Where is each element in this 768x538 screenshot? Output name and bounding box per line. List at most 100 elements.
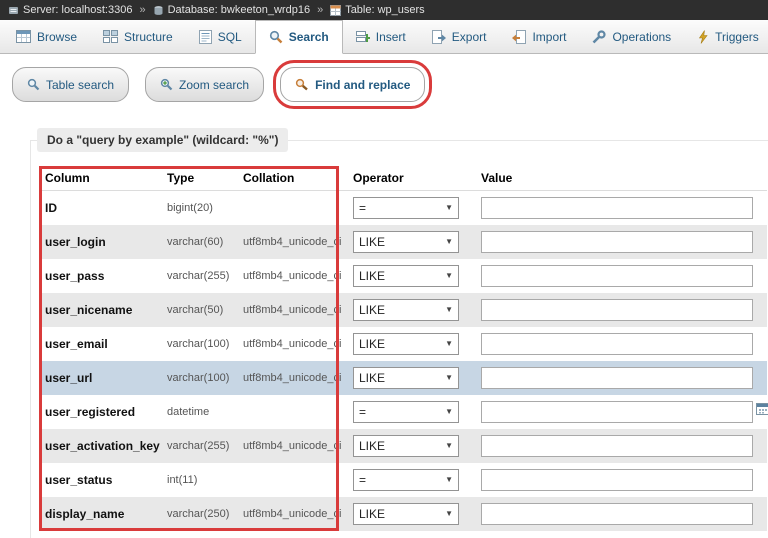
subtab-find-and-replace[interactable]: Find and replace (280, 67, 425, 102)
column-type: varchar(100) (161, 327, 237, 361)
breadcrumb-database-label: Database: bwkeeton_wrdp16 (168, 4, 310, 16)
breadcrumb-database[interactable]: Database: bwkeeton_wrdp16 (153, 4, 310, 16)
chevron-down-icon: ▼ (445, 339, 453, 348)
table-row-user-pass: user_pass varchar(255) utf8mb4_unicode_c… (39, 259, 767, 293)
value-input[interactable] (481, 435, 753, 457)
column-name: user_email (39, 327, 161, 361)
value-input[interactable] (481, 333, 753, 355)
operator-select[interactable]: LIKE ▼ (353, 435, 459, 457)
subtab-label: Find and replace (315, 78, 410, 92)
column-type: varchar(60) (161, 225, 237, 259)
tab-sql[interactable]: SQL (186, 20, 255, 53)
operator-value: LIKE (359, 439, 385, 453)
tab-operations[interactable]: Operations (579, 20, 684, 53)
table-icon (330, 5, 341, 16)
column-name: user_activation_key (39, 429, 161, 463)
subtab-label: Zoom search (179, 78, 249, 92)
tab-triggers[interactable]: Triggers (684, 20, 768, 53)
column-collation (237, 463, 339, 497)
operator-select[interactable]: LIKE ▼ (353, 503, 459, 525)
export-icon (432, 30, 446, 44)
value-input[interactable] (481, 469, 753, 491)
breadcrumb-separator: » (317, 4, 323, 16)
column-type: bigint(20) (161, 191, 237, 225)
table-header-row: Column Type Collation Operator Value (39, 166, 767, 191)
column-type: varchar(100) (161, 361, 237, 395)
subtab-table-search[interactable]: Table search (12, 67, 129, 102)
column-name: display_name (39, 497, 161, 531)
tab-label: Triggers (715, 30, 759, 44)
operator-value: LIKE (359, 269, 385, 283)
breadcrumb-server[interactable]: Server: localhost:3306 (8, 4, 132, 16)
column-collation: utf8mb4_unicode_ci (237, 429, 339, 463)
search-table: Column Type Collation Operator Value ID … (39, 166, 767, 531)
value-input[interactable] (481, 367, 753, 389)
column-collation: utf8mb4_unicode_ci (237, 225, 339, 259)
find-replace-icon (295, 78, 309, 91)
column-collation: utf8mb4_unicode_ci (237, 327, 339, 361)
chevron-down-icon: ▼ (445, 509, 453, 518)
table-row-user-login: user_login varchar(60) utf8mb4_unicode_c… (39, 225, 767, 259)
operator-value: = (359, 405, 366, 419)
operator-value: = (359, 473, 366, 487)
value-input[interactable] (481, 503, 753, 525)
operator-select[interactable]: LIKE ▼ (353, 333, 459, 355)
column-name: user_login (39, 225, 161, 259)
tab-label: SQL (218, 30, 242, 44)
tab-search[interactable]: Search (255, 20, 343, 54)
table-row-user-activation-key: user_activation_key varchar(255) utf8mb4… (39, 429, 767, 463)
operator-value: LIKE (359, 235, 385, 249)
table-search-icon (27, 78, 40, 91)
browse-icon (16, 30, 31, 43)
sql-icon (199, 30, 212, 44)
table-row-user-email: user_email varchar(100) utf8mb4_unicode_… (39, 327, 767, 361)
operator-select[interactable]: LIKE▼ (353, 367, 459, 389)
value-input[interactable] (481, 197, 753, 219)
tab-insert[interactable]: Insert (343, 20, 419, 53)
table-row-user-nicename: user_nicename varchar(50) utf8mb4_unicod… (39, 293, 767, 327)
subtab-zoom-search[interactable]: Zoom search (145, 67, 264, 102)
tab-label: Insert (376, 30, 406, 44)
tab-import[interactable]: Import (499, 20, 579, 53)
tab-label: Structure (124, 30, 173, 44)
table-row-user-registered: user_registered datetime =▼ (39, 395, 767, 429)
operator-value: LIKE (359, 337, 385, 351)
header-column: Column (39, 166, 161, 191)
operator-select[interactable]: LIKE▼ (353, 265, 459, 287)
operator-value: LIKE (359, 507, 385, 521)
tab-label: Search (289, 30, 329, 44)
operator-select[interactable]: =▼ (353, 197, 459, 219)
column-type: varchar(250) (161, 497, 237, 531)
operator-value: LIKE (359, 303, 385, 317)
operator-select[interactable]: =▼ (353, 401, 459, 423)
tab-export[interactable]: Export (419, 20, 500, 53)
column-collation: utf8mb4_unicode_ci (237, 259, 339, 293)
value-input[interactable] (481, 265, 753, 287)
header-type: Type (161, 166, 237, 191)
breadcrumb-table[interactable]: Table: wp_users (330, 4, 425, 16)
chevron-down-icon: ▼ (445, 441, 453, 450)
column-collation (237, 191, 339, 225)
value-input[interactable] (481, 401, 753, 423)
tab-structure[interactable]: Structure (90, 20, 186, 53)
chevron-down-icon: ▼ (445, 237, 453, 246)
operator-select[interactable]: =▼ (353, 469, 459, 491)
tab-label: Browse (37, 30, 77, 44)
query-by-example-fieldset: Do a "query by example" (wildcard: "%") … (30, 128, 768, 538)
column-name: user_url (39, 361, 161, 395)
operator-select[interactable]: LIKE ▼ (353, 299, 459, 321)
value-input[interactable] (481, 231, 753, 253)
operator-select[interactable]: LIKE ▼ (353, 231, 459, 253)
column-collation: utf8mb4_unicode_ci (237, 293, 339, 327)
table-row-user-url: user_url varchar(100) utf8mb4_unicode_ci… (39, 361, 767, 395)
chevron-down-icon: ▼ (445, 475, 453, 484)
operator-value: = (359, 201, 366, 215)
calendar-icon[interactable] (756, 402, 768, 420)
tab-browse[interactable]: Browse (3, 20, 90, 53)
subtab-label: Table search (46, 78, 114, 92)
column-collation: utf8mb4_unicode_ci (237, 497, 339, 531)
chevron-down-icon: ▼ (445, 305, 453, 314)
breadcrumb-table-label: Table: wp_users (345, 4, 425, 16)
value-input[interactable] (481, 299, 753, 321)
column-name: user_status (39, 463, 161, 497)
